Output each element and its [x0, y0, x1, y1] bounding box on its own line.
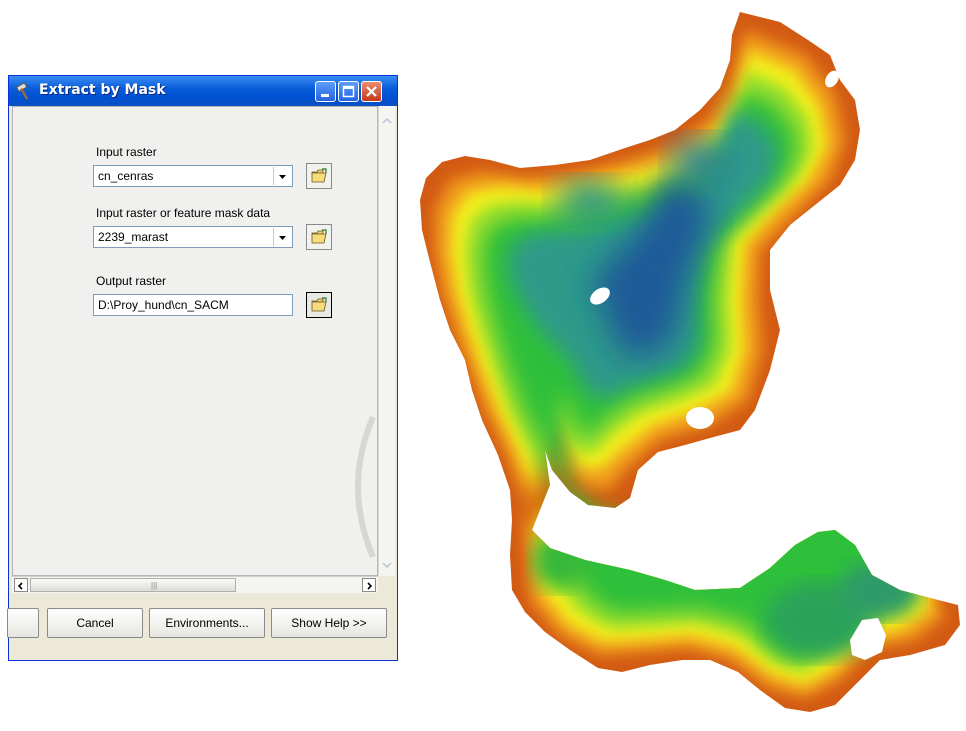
- ok-button[interactable]: [7, 608, 39, 638]
- output-raster-input[interactable]: D:\Proy_hund\cn_SACM: [93, 294, 293, 316]
- scroll-up-icon[interactable]: [380, 114, 394, 128]
- grip-icon: |||: [151, 581, 158, 590]
- scroll-left-button[interactable]: [14, 578, 28, 592]
- maximize-button[interactable]: [338, 81, 359, 102]
- chevron-left-icon: [17, 582, 23, 590]
- environments-button[interactable]: Environments...: [149, 608, 265, 638]
- show-help-button[interactable]: Show Help >>: [271, 608, 387, 638]
- mask-data-combo[interactable]: 2239_marast: [93, 226, 293, 248]
- minimize-button[interactable]: [315, 81, 336, 102]
- hammer-icon: [15, 82, 33, 100]
- close-button[interactable]: [361, 81, 382, 102]
- chevron-down-icon[interactable]: [273, 167, 291, 185]
- parameters-panel: Input raster cn_cenras Input raster or f…: [12, 106, 378, 576]
- chevron-right-icon: [367, 582, 373, 590]
- input-raster-combo[interactable]: cn_cenras: [93, 165, 293, 187]
- extract-by-mask-dialog: Extract by Mask Input raster cn_cenras I…: [7, 75, 398, 661]
- horizontal-scrollbar[interactable]: |||: [12, 576, 378, 593]
- scroll-down-icon[interactable]: [380, 558, 394, 572]
- cancel-button[interactable]: Cancel: [47, 608, 143, 638]
- dialog-title: Extract by Mask: [39, 82, 166, 98]
- scroll-thumb[interactable]: |||: [30, 578, 236, 592]
- output-raster-label: Output raster: [96, 274, 167, 288]
- input-raster-value: cn_cenras: [98, 169, 154, 183]
- open-folder-icon: [311, 297, 327, 312]
- output-raster-value: D:\Proy_hund\cn_SACM: [98, 298, 229, 312]
- button-row: Cancel Environments... Show Help >>: [7, 596, 397, 660]
- extracted-raster-map: [420, 12, 960, 712]
- raster-hole: [686, 407, 714, 429]
- input-raster-label: Input raster: [96, 145, 157, 159]
- mask-data-browse-button[interactable]: [306, 224, 332, 250]
- scroll-right-button[interactable]: [362, 578, 376, 592]
- title-bar[interactable]: Extract by Mask: [9, 76, 397, 106]
- watermark-arc: [355, 415, 376, 559]
- input-raster-browse-button[interactable]: [306, 163, 332, 189]
- open-folder-icon: [311, 229, 327, 244]
- chevron-down-icon[interactable]: [273, 228, 291, 246]
- mask-data-label: Input raster or feature mask data: [96, 206, 271, 220]
- output-raster-browse-button[interactable]: [306, 292, 332, 318]
- open-folder-icon: [311, 168, 327, 183]
- mask-data-value: 2239_marast: [98, 230, 169, 244]
- vertical-scrollbar[interactable]: [378, 106, 395, 576]
